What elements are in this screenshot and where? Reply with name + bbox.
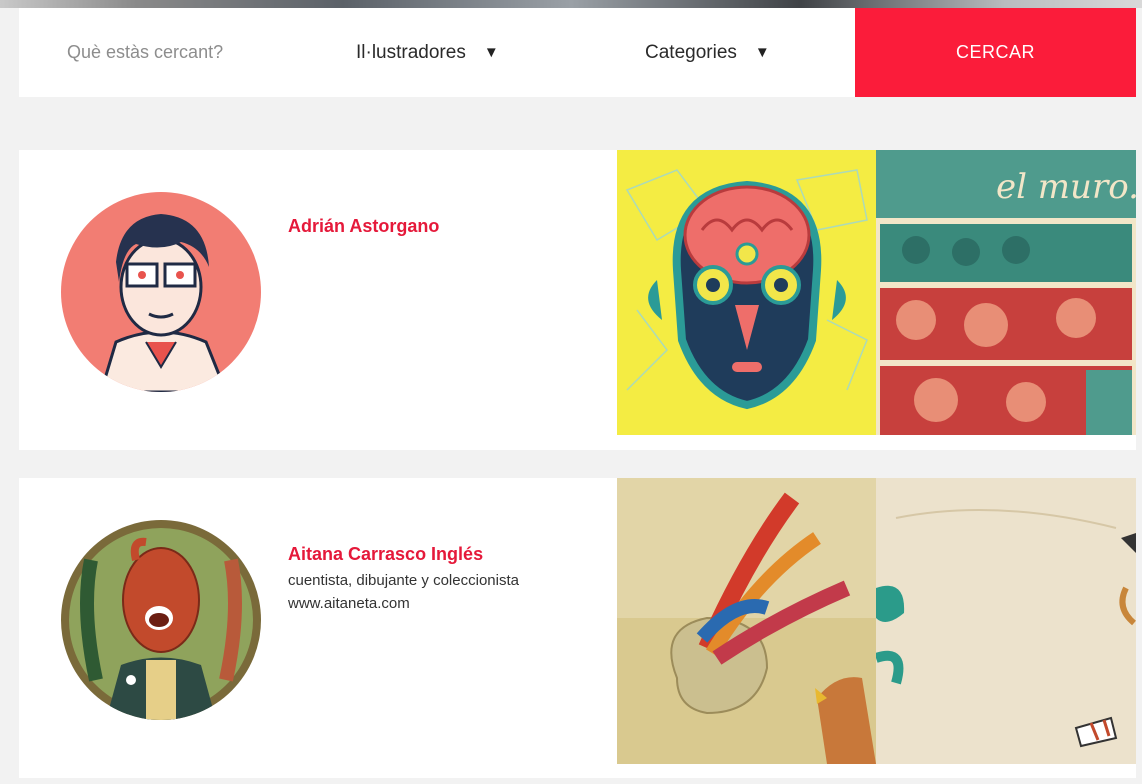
illustrator-name-link[interactable]: Aitana Carrasco Inglés — [288, 544, 608, 565]
avatar[interactable] — [61, 192, 261, 392]
illustrator-name-link[interactable]: Adrián Astorgano — [288, 216, 608, 237]
illustrator-card: Aitana Carrasco Inglés cuentista, dibuja… — [19, 478, 1136, 778]
chevron-down-icon: ▼ — [754, 44, 770, 61]
artwork-thumbnail[interactable] — [876, 478, 1136, 764]
illustrator-info: Adrián Astorgano — [288, 216, 608, 241]
illustrator-info: Aitana Carrasco Inglés cuentista, dibuja… — [288, 544, 608, 615]
chevron-down-icon: ▼ — [483, 44, 499, 61]
artwork-thumbnail[interactable]: el muro. — [876, 150, 1136, 435]
illustrator-card: Adrián Astorgano el muro. — [19, 150, 1136, 450]
illustrators-dropdown[interactable]: Il·lustradores ▼ — [356, 8, 499, 97]
illustrators-dropdown-label: Il·lustradores — [356, 41, 466, 63]
categories-dropdown[interactable]: Categories ▼ — [645, 8, 770, 97]
svg-text:el muro.: el muro. — [996, 167, 1136, 207]
illustrator-description: cuentista, dibujante y coleccionista — [288, 572, 519, 589]
categories-dropdown-label: Categories — [645, 41, 737, 63]
avatar[interactable] — [61, 520, 261, 720]
search-button[interactable]: CERCAR — [855, 8, 1136, 97]
artwork-thumbnail[interactable] — [617, 150, 876, 435]
search-input[interactable] — [19, 8, 319, 97]
search-bar: Il·lustradores ▼ Categories ▼ CERCAR — [19, 8, 1136, 97]
artwork-thumbnail[interactable] — [617, 478, 876, 764]
illustrator-website-link[interactable]: www.aitaneta.com — [288, 592, 608, 615]
